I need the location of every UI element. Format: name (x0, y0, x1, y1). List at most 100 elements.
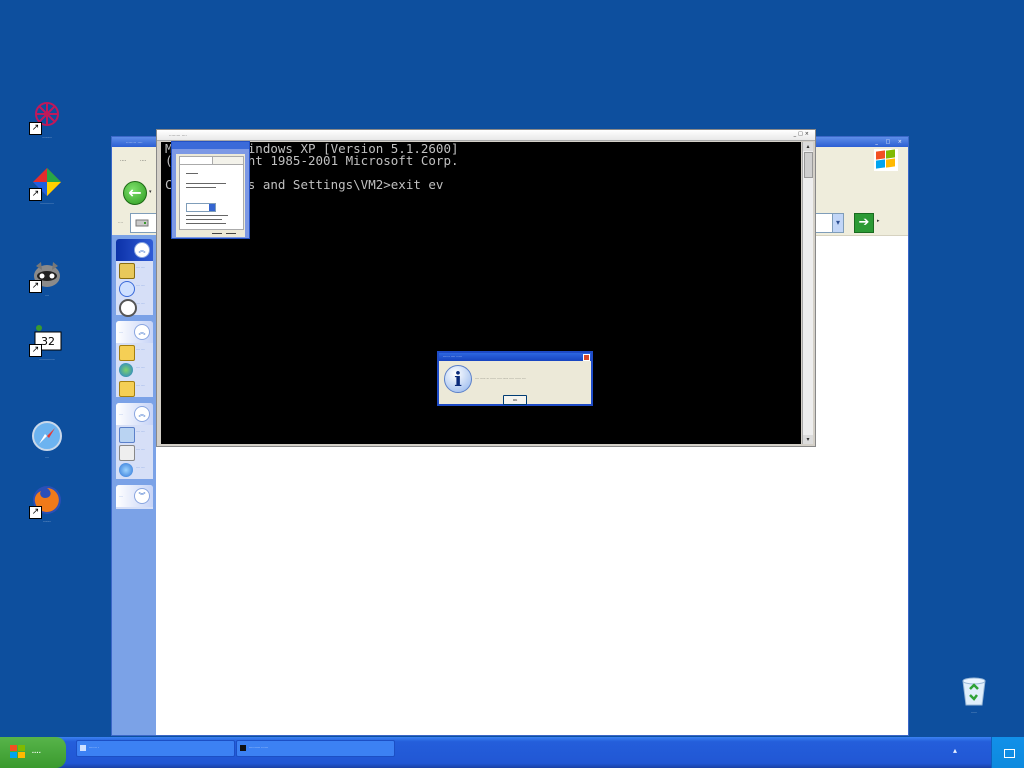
desktop-icon-2[interactable]: ↗ .............. (17, 166, 77, 205)
compass-app-icon (31, 420, 63, 452)
information-icon: i (444, 365, 472, 393)
taskbar-button-label: ....... . (89, 745, 100, 749)
desktop-icon-6[interactable]: ↗ ......... (17, 484, 77, 523)
task-item[interactable]: .... .... (116, 461, 153, 479)
start-button[interactable]: .... (0, 737, 66, 768)
info-dialog[interactable]: ...... .... ..... i .... ...... ... ....… (437, 351, 593, 406)
text-line (186, 173, 198, 174)
menu-item[interactable]: .... (120, 157, 126, 163)
window-controls[interactable]: _ □ × (875, 139, 905, 145)
collapse-chevron-icon[interactable]: ︽ (134, 242, 150, 258)
task-panel-title: .... (119, 330, 123, 334)
expand-chevron-icon[interactable]: ︾ (134, 488, 150, 504)
close-icon[interactable] (583, 354, 590, 361)
ok-button[interactable]: OK (503, 395, 527, 405)
task-panel-2: .... ︽ .... .... .... .... .... .... (116, 321, 153, 397)
taskbar-button-label: .......... ...... (249, 745, 268, 749)
taskbar-button-cmd[interactable]: .......... ...... (236, 740, 395, 757)
vertical-scrollbar[interactable]: ▴ ▾ (802, 142, 813, 444)
task-item-label: .... .... (136, 265, 145, 269)
task-item[interactable]: .... .... (116, 361, 153, 379)
task-item[interactable]: .... .... (116, 425, 153, 443)
taskbar-button-explorer[interactable]: ....... . (76, 740, 235, 757)
recycle-bin-icon (958, 675, 990, 707)
shortcut-arrow-icon: ↗ (29, 122, 42, 135)
desktop-icon-5[interactable]: .... (17, 420, 77, 459)
ok-button[interactable] (212, 233, 222, 234)
task-item[interactable]: .... .... (116, 297, 153, 317)
scroll-thumb[interactable] (804, 152, 813, 178)
collapse-chevron-icon[interactable]: ︽ (134, 324, 150, 340)
desktop-icon-label: .............. (40, 201, 54, 205)
cmd-title-bar[interactable]: ......... .... _□× (157, 130, 815, 141)
back-dropdown-icon[interactable]: ▾ (149, 189, 152, 195)
search-icon (119, 299, 137, 317)
cmd-icon (240, 745, 246, 751)
desktop-icon-4[interactable]: 32 ↗ ................ (17, 322, 77, 361)
task-item-label: .... .... (136, 283, 145, 287)
folder-icon (119, 345, 135, 361)
dropdown-select[interactable] (186, 203, 216, 212)
go-button[interactable]: ➔ (854, 213, 874, 233)
task-item-label: .... .... (136, 429, 145, 433)
task-panel-title: .... (119, 412, 123, 416)
properties-window-thumbnail[interactable] (171, 141, 250, 239)
text-line (186, 223, 226, 224)
shortcut-arrow-icon: ↗ (29, 344, 42, 357)
text-line (186, 219, 222, 220)
task-item[interactable]: .... .... (116, 261, 153, 279)
text-line (186, 215, 228, 216)
shortcut-arrow-icon: ↗ (29, 188, 42, 201)
task-item-label: .... .... (136, 347, 145, 351)
desktop-icon-label: .... (45, 455, 49, 459)
task-panel-4: .... ︾ (116, 485, 153, 509)
properties-panel (179, 164, 244, 230)
menu-item[interactable]: .... (140, 157, 146, 163)
dialog-title: ...... .... ..... (443, 354, 462, 358)
cancel-button[interactable] (226, 233, 236, 234)
collapse-chevron-icon[interactable]: ︽ (134, 406, 150, 422)
address-label: .... (118, 219, 124, 224)
task-item-label: .... .... (136, 465, 145, 469)
go-label[interactable]: ▸ (877, 218, 880, 224)
task-panel-header[interactable]: .... ︽ (116, 403, 153, 425)
chevron-down-icon[interactable] (209, 204, 215, 211)
properties-title-bar[interactable] (172, 142, 249, 149)
text-line (186, 187, 216, 188)
task-item-label: .... .... (136, 447, 145, 451)
shared-folder-icon (119, 381, 135, 397)
raccoon-app-icon: ↗ (29, 258, 63, 293)
task-panel-header[interactable]: .... ︽ (116, 321, 153, 343)
puzzle-app-icon: ↗ (29, 166, 63, 201)
snowflake-app-icon: ↗ (29, 100, 63, 135)
explorer-title: ........ .... (126, 139, 143, 144)
task-item[interactable]: .... .... (116, 379, 153, 397)
task-item[interactable]: .... .... (116, 343, 153, 361)
firefox-icon: ↗ (29, 484, 63, 519)
task-panel-header[interactable]: .... ︾ (116, 485, 153, 507)
start-label: .... (32, 748, 42, 755)
scroll-down-icon[interactable]: ▾ (803, 435, 813, 444)
scroll-up-icon[interactable]: ▴ (803, 142, 813, 151)
desktop-icon-label: ........... (41, 135, 53, 139)
dialog-title-bar[interactable]: ...... .... ..... (439, 353, 591, 361)
show-hidden-icons-icon[interactable]: ▴ (953, 746, 957, 755)
desktop-icon-3[interactable]: ↗ .... (17, 258, 77, 297)
task-item-label: .... .... (136, 301, 145, 305)
task-panel-title: .... (119, 494, 123, 498)
window-controls[interactable]: _□× (794, 131, 811, 137)
recycle-bin[interactable]: ...... (944, 675, 1004, 714)
desktop-icon-label: ................ (39, 357, 55, 361)
task-item[interactable]: .... .... (116, 443, 153, 461)
windows-flag-icon (10, 745, 26, 760)
address-dropdown-icon[interactable]: ▾ (832, 214, 843, 232)
desktop-icon-label: .... (45, 293, 49, 297)
desktop-icon-label: ......... (42, 519, 52, 523)
properties-body (176, 154, 245, 237)
back-button[interactable]: ← (123, 181, 147, 205)
cmd-title: ......... .... (169, 132, 187, 137)
task-item[interactable]: .... .... (116, 279, 153, 297)
desktop-icon-1[interactable]: ↗ ........... (17, 100, 77, 139)
tray-icon[interactable] (1004, 749, 1015, 758)
task-panel-header[interactable]: ︽ (116, 239, 153, 261)
